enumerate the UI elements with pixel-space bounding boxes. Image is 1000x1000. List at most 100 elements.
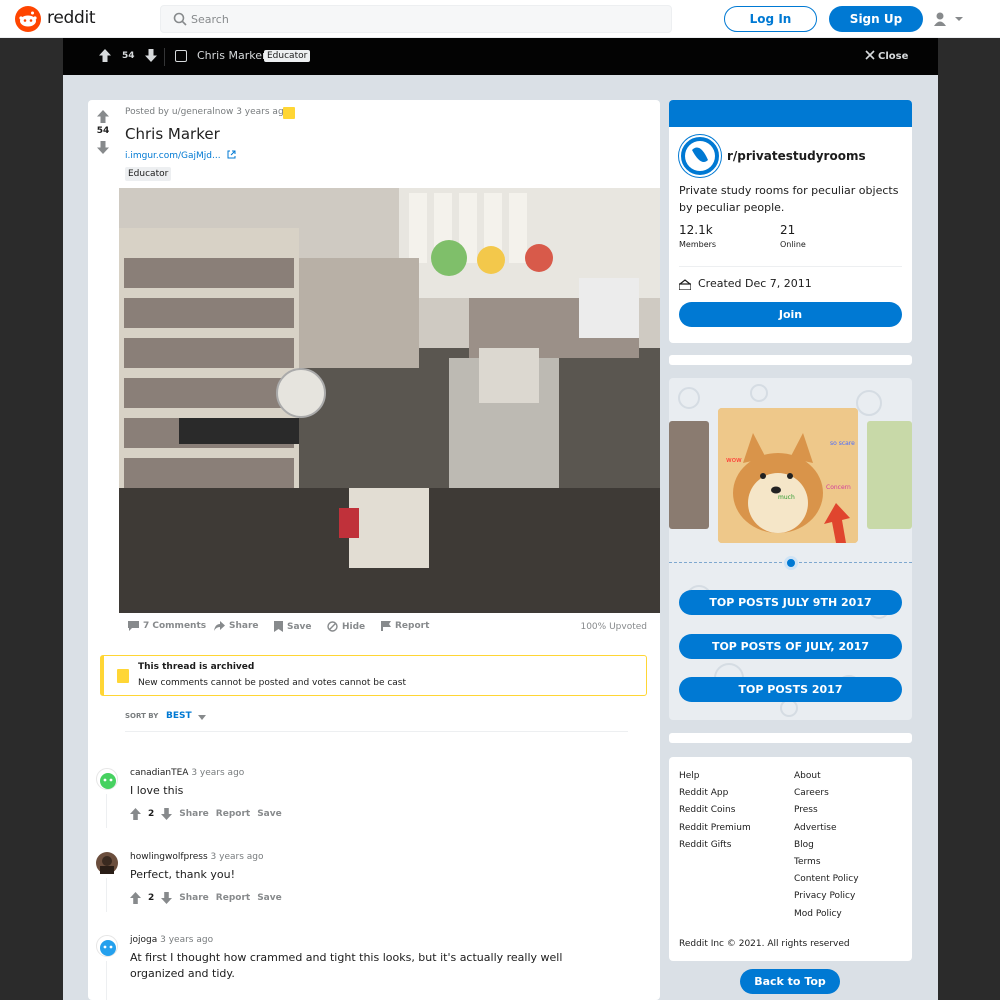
avatar[interactable] xyxy=(96,935,118,957)
save-button[interactable]: Save xyxy=(257,893,282,903)
footer-link[interactable]: Reddit App xyxy=(679,785,751,802)
comment-author[interactable]: jojoga 3 years ago xyxy=(130,935,213,945)
archive-box-icon xyxy=(117,669,129,683)
comment-body: I love this xyxy=(130,784,184,797)
post-flair[interactable]: Educator xyxy=(125,167,172,181)
post-actions: 7 Comments Share Save Hide Report 100% U… xyxy=(128,621,658,637)
footer-link[interactable]: Press xyxy=(794,802,859,819)
comment-body: Perfect, thank you! xyxy=(130,868,236,881)
post-card: 54 Posted by u/generalnow 3 years ago Ch… xyxy=(88,100,660,1000)
share-icon xyxy=(214,621,225,631)
report-button[interactable]: Report xyxy=(216,893,250,903)
downvote-arrow-icon[interactable] xyxy=(97,141,109,154)
upvote-ratio: 100% Upvoted xyxy=(580,622,647,632)
share-button[interactable]: Share xyxy=(214,621,259,631)
report-button[interactable]: Report xyxy=(381,621,429,631)
downvote-arrow-icon[interactable] xyxy=(145,49,157,62)
search-input[interactable]: Search xyxy=(160,5,672,33)
footer-link[interactable]: About xyxy=(794,768,859,785)
post-title: Chris Marker xyxy=(125,125,220,143)
top-posts-month-button[interactable]: TOP POSTS OF JULY, 2017 xyxy=(679,634,902,659)
save-label: Save xyxy=(287,621,312,632)
flag-icon xyxy=(381,621,391,631)
meme-text: so scare xyxy=(830,440,855,447)
avatar[interactable] xyxy=(96,768,118,790)
comment-username[interactable]: jojoga xyxy=(130,935,157,945)
post-link[interactable]: i.imgur.com/GajMjd... xyxy=(125,150,236,161)
footer-link[interactable]: Reddit Gifts xyxy=(679,837,751,854)
comments-button[interactable]: 7 Comments xyxy=(128,621,206,631)
upvote-arrow-icon[interactable] xyxy=(97,110,109,123)
avatar[interactable] xyxy=(96,852,118,874)
bookmark-icon xyxy=(274,621,283,632)
community-banner xyxy=(669,100,912,127)
chevron-down-icon[interactable] xyxy=(198,715,206,720)
save-button[interactable]: Save xyxy=(257,809,282,819)
footer-link[interactable]: Terms xyxy=(794,854,859,871)
community-name[interactable]: r/privatestudyrooms xyxy=(727,149,866,163)
footer-link[interactable]: Help xyxy=(679,768,751,785)
search-icon xyxy=(173,12,187,26)
footer-link[interactable]: Mod Policy xyxy=(794,906,859,923)
share-button[interactable]: Share xyxy=(179,809,209,819)
upvote-arrow-icon[interactable] xyxy=(130,808,141,820)
meme-text: Concern xyxy=(826,484,851,491)
thread-line[interactable] xyxy=(106,961,107,1000)
post-link-text: i.imgur.com/GajMjd... xyxy=(125,151,221,161)
comment-actions: 2 Share Report Save xyxy=(130,892,282,904)
user-menu-dropdown[interactable] xyxy=(932,11,966,27)
reddit-logo-icon[interactable] xyxy=(15,6,41,32)
save-button[interactable]: Save xyxy=(274,621,312,632)
footer-link[interactable]: Careers xyxy=(794,785,859,802)
divider xyxy=(125,731,628,732)
footer-link[interactable]: Advertise xyxy=(794,820,859,837)
hide-button[interactable]: Hide xyxy=(327,621,365,632)
comment-username[interactable]: canadianTEA xyxy=(130,768,188,778)
share-button[interactable]: Share xyxy=(179,893,209,903)
footer-link[interactable]: Reddit Premium xyxy=(679,820,751,837)
carousel-next-image[interactable] xyxy=(867,421,912,529)
login-button[interactable]: Log In xyxy=(724,6,817,32)
footer-link[interactable]: Privacy Policy xyxy=(794,888,859,905)
top-posts-day-button[interactable]: TOP POSTS JULY 9TH 2017 xyxy=(679,590,902,615)
carousel-slider-handle[interactable] xyxy=(784,556,798,570)
hide-label: Hide xyxy=(342,621,366,632)
online-label: Online xyxy=(780,240,806,249)
downvote-arrow-icon[interactable] xyxy=(161,892,173,904)
upvote-arrow-icon[interactable] xyxy=(130,892,141,904)
thread-line[interactable] xyxy=(106,794,107,828)
top-posts-year-button[interactable]: TOP POSTS 2017 xyxy=(679,677,902,702)
downvote-arrow-icon[interactable] xyxy=(161,808,173,820)
footer-card: Help Reddit App Reddit Coins Reddit Prem… xyxy=(669,757,912,961)
back-to-top-button[interactable]: Back to Top xyxy=(740,969,840,994)
footer-link[interactable]: Content Policy xyxy=(794,871,859,888)
carousel-prev-image[interactable] xyxy=(669,421,709,529)
post-bar-flair: Educator xyxy=(264,50,311,62)
carousel-image-doge[interactable]: so scare Concern much wow xyxy=(718,408,858,543)
close-button[interactable]: Close xyxy=(865,50,908,62)
user-icon xyxy=(934,12,946,26)
signup-button[interactable]: Sign Up xyxy=(829,6,923,32)
footer-link[interactable]: Blog xyxy=(794,837,859,854)
comment-username[interactable]: howlingwolfpress xyxy=(130,852,208,862)
hide-icon xyxy=(327,621,338,632)
report-button[interactable]: Report xyxy=(216,809,250,819)
thread-line[interactable] xyxy=(106,878,107,912)
upvote-arrow-icon[interactable] xyxy=(99,49,111,62)
join-button[interactable]: Join xyxy=(679,302,902,327)
archived-icon xyxy=(283,107,295,119)
post-score: 54 xyxy=(96,126,110,136)
share-label: Share xyxy=(229,621,259,631)
post-meta[interactable]: Posted by u/generalnow 3 years ago xyxy=(125,107,289,117)
footer-link[interactable]: Reddit Coins xyxy=(679,802,751,819)
post-image[interactable] xyxy=(119,188,660,613)
close-icon xyxy=(865,50,875,60)
comment-body: At first I thought how crammed and tight… xyxy=(130,951,563,980)
reddit-wordmark[interactable]: reddit xyxy=(47,8,96,28)
comment: howlingwolfpress 3 years ago Perfect, th… xyxy=(96,852,636,922)
community-avatar[interactable] xyxy=(679,135,721,177)
sort-dropdown[interactable]: BEST xyxy=(166,711,192,721)
comment-author[interactable]: canadianTEA 3 years ago xyxy=(130,768,244,778)
top-header: reddit Search Log In Sign Up xyxy=(0,0,1000,38)
comment-author[interactable]: howlingwolfpress 3 years ago xyxy=(130,852,263,862)
